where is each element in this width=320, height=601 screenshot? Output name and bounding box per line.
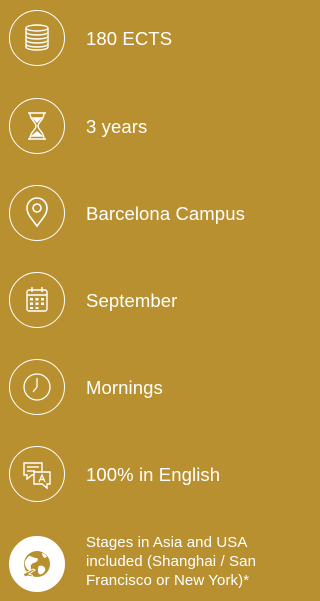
- start-date-label: September: [86, 290, 178, 311]
- international-stages-label: Stages in Asia and USA included (Shangha…: [86, 534, 257, 589]
- globe-plane-icon: [9, 536, 65, 592]
- coins-icon: [9, 10, 65, 66]
- fact-start-date: September: [0, 272, 294, 328]
- fact-credits: 180 ECTS: [0, 10, 294, 66]
- chat-bubbles-icon: [9, 446, 65, 502]
- program-facts-list: 180 ECTS 3 years Barcelona Campus Septem…: [0, 0, 294, 601]
- fact-campus: Barcelona Campus: [0, 185, 294, 241]
- fact-international-stages: Stages in Asia and USA included (Shangha…: [0, 533, 294, 593]
- clock-icon: [9, 359, 65, 415]
- credits-label: 180 ECTS: [86, 28, 173, 49]
- fact-schedule: Mornings: [0, 359, 294, 415]
- language-label: 100% in English: [86, 464, 221, 485]
- schedule-label: Mornings: [86, 377, 163, 398]
- calendar-icon: [9, 272, 65, 328]
- duration-label: 3 years: [86, 116, 148, 137]
- location-pin-icon: [9, 185, 65, 241]
- fact-duration: 3 years: [0, 98, 294, 154]
- hourglass-icon: [9, 98, 65, 154]
- campus-label: Barcelona Campus: [86, 203, 245, 224]
- fact-language: 100% in English: [0, 446, 294, 502]
